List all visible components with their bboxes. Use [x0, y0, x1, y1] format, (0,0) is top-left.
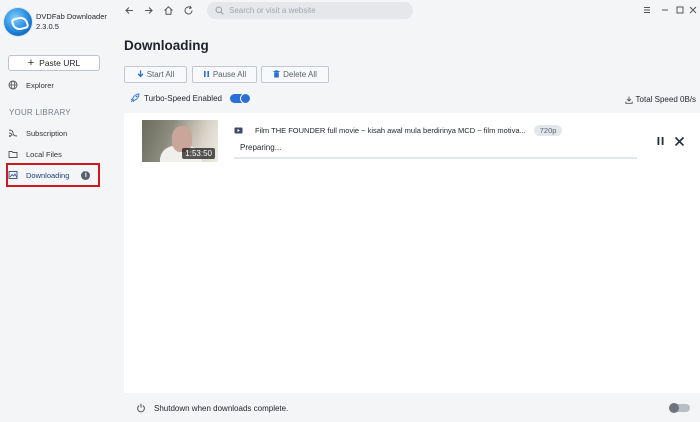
close-icon[interactable]: [686, 3, 700, 17]
home-icon[interactable]: [161, 3, 175, 17]
video-title: Film THE FOUNDER full movie ~ kisah awal…: [255, 126, 526, 135]
downloading-icon: [8, 170, 18, 180]
sidebar-item-explorer[interactable]: Explorer: [8, 80, 54, 90]
globe-icon: [8, 80, 18, 90]
video-file-icon: [234, 127, 249, 134]
sidebar-item-local-files[interactable]: Local Files: [8, 149, 62, 159]
video-thumbnail[interactable]: 1:53:50: [142, 120, 218, 162]
delete-all-label: Delete All: [283, 70, 317, 79]
search-bar[interactable]: [207, 2, 413, 19]
app-name-line1: DVDFab Downloader: [36, 12, 107, 21]
paste-url-label: Paste URL: [39, 58, 81, 68]
back-arrow-icon[interactable]: [122, 3, 136, 17]
sidebar-item-label: Local Files: [26, 149, 62, 159]
page-title: Downloading: [124, 38, 209, 53]
app-brand: DVDFab Downloader 2.3.0.5: [4, 8, 107, 36]
close-icon: [674, 136, 684, 146]
refresh-icon[interactable]: [181, 3, 195, 17]
shutdown-toggle[interactable]: [669, 403, 690, 413]
start-all-button[interactable]: Start All: [124, 66, 187, 83]
pause-icon: [657, 137, 663, 145]
video-duration: 1:53:50: [182, 148, 215, 159]
sidebar-item-downloading[interactable]: Downloading i: [8, 170, 91, 180]
turbo-speed-row: Turbo-Speed Enabled: [130, 92, 251, 104]
cancel-download-button[interactable]: [673, 135, 685, 147]
quality-badge: 720p: [533, 125, 563, 136]
pause-all-label: Pause All: [212, 70, 247, 79]
search-icon: [215, 6, 224, 15]
power-icon: [136, 403, 146, 413]
download-status: Preparing...: [240, 143, 282, 152]
download-item-title-row: Film THE FOUNDER full movie ~ kisah awal…: [234, 125, 563, 136]
folder-icon: [8, 149, 18, 159]
library-section-title: YOUR LIBRARY: [9, 108, 71, 117]
info-icon[interactable]: i: [81, 170, 91, 180]
pause-all-button[interactable]: Pause All: [192, 66, 257, 83]
download-list: 1:53:50 Film THE FOUNDER full movie ~ ki…: [124, 113, 700, 393]
pause-download-button[interactable]: [654, 135, 666, 147]
sidebar: DVDFab Downloader 2.3.0.5 + Paste URL Ex…: [0, 0, 114, 422]
app-version: 2.3.0.5: [36, 22, 59, 31]
rocket-icon: [130, 93, 140, 103]
sidebar-item-label: Explorer: [26, 80, 54, 90]
download-arrow-icon: [137, 70, 144, 80]
shutdown-label: Shutdown when downloads complete.: [154, 403, 289, 413]
dvdfab-logo-icon: [4, 8, 32, 36]
trash-icon: [273, 69, 280, 80]
footer-bar: Shutdown when downloads complete.: [124, 397, 700, 419]
app-name: DVDFab Downloader 2.3.0.5: [36, 12, 107, 32]
search-input[interactable]: [229, 6, 399, 15]
plus-icon: +: [27, 57, 35, 69]
menu-icon[interactable]: [640, 3, 654, 17]
total-speed-value: Total Speed 0B/s: [635, 95, 696, 104]
top-bar: [114, 0, 700, 22]
sidebar-item-label: Subscription: [26, 128, 68, 138]
total-speed: Total Speed 0B/s: [624, 95, 696, 104]
sidebar-item-label: Downloading: [26, 170, 70, 180]
maximize-icon[interactable]: [673, 3, 687, 17]
pause-icon: [203, 70, 210, 80]
minimize-icon[interactable]: [658, 3, 672, 17]
download-progress-bar: [234, 157, 637, 159]
paste-url-button[interactable]: + Paste URL: [8, 55, 100, 71]
sidebar-item-subscription[interactable]: Subscription: [8, 128, 67, 138]
forward-arrow-icon[interactable]: [141, 3, 155, 17]
turbo-speed-label: Turbo-Speed Enabled: [144, 93, 222, 103]
start-all-label: Start All: [146, 70, 175, 79]
download-speed-icon: [624, 96, 633, 104]
subscription-icon: [8, 128, 18, 138]
delete-all-button[interactable]: Delete All: [261, 66, 329, 83]
turbo-speed-toggle[interactable]: [229, 92, 251, 104]
